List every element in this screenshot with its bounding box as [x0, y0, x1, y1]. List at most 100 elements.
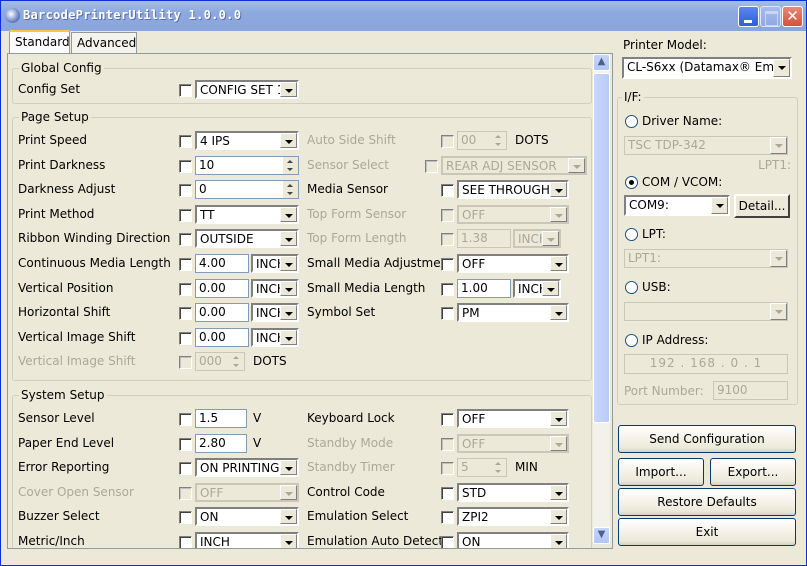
top-form-length-field[interactable]: 1.38 — [457, 229, 511, 249]
ip-address-field[interactable]: 192 . 168 . 0 . 1 — [624, 354, 788, 374]
continuous-media-length-field[interactable]: 4.00 — [195, 254, 249, 273]
chevron-down-icon[interactable] — [280, 509, 297, 525]
print-method-checkbox[interactable] — [179, 208, 192, 222]
control-code-select[interactable]: STD — [457, 482, 569, 502]
exit-button[interactable]: Exit — [618, 518, 796, 546]
top-form-sensor-select[interactable]: OFF — [457, 204, 569, 224]
standby-mode-select[interactable]: OFF — [457, 433, 569, 453]
chevron-down-icon[interactable] — [770, 303, 787, 320]
chevron-down-icon[interactable] — [770, 250, 787, 267]
top-form-sensor-checkbox[interactable] — [441, 208, 454, 222]
paper-end-level-checkbox[interactable] — [179, 437, 192, 451]
scroll-up-icon[interactable]: ▲ — [593, 54, 610, 71]
continuous-media-length-unit-select[interactable]: INCH — [251, 254, 299, 273]
maximize-button[interactable] — [760, 6, 781, 27]
ribbon-winding-direction-select[interactable]: OUTSIDE — [195, 229, 299, 249]
horizontal-shift-unit-select[interactable]: INCH — [251, 303, 299, 323]
sensor-level-checkbox[interactable] — [179, 413, 192, 426]
send-configuration-button[interactable]: Send Configuration — [618, 425, 796, 453]
vertical-position-field[interactable]: 0.00 — [195, 278, 249, 298]
auto-side-shift-spinner[interactable]: 00 — [457, 131, 507, 150]
spinner-arrows-icon[interactable] — [491, 132, 506, 149]
chevron-down-icon[interactable] — [550, 206, 567, 222]
import-button[interactable]: Import... — [618, 458, 704, 486]
chevron-down-icon[interactable] — [542, 231, 559, 247]
config-set-checkbox[interactable] — [179, 84, 192, 97]
chevron-down-icon[interactable] — [711, 197, 728, 214]
vertical-position-checkbox[interactable] — [179, 282, 192, 296]
config-set-select[interactable]: CONFIG SET 1 — [195, 80, 299, 99]
chevron-down-icon[interactable] — [550, 305, 567, 321]
chevron-down-icon[interactable] — [280, 256, 297, 271]
scroll-thumb[interactable] — [593, 73, 610, 423]
usb-select[interactable] — [624, 302, 788, 321]
metric-inch-checkbox[interactable] — [179, 536, 192, 548]
port-number-field[interactable]: 9100 — [713, 381, 788, 400]
cover-open-sensor-select[interactable]: OFF — [195, 482, 299, 502]
spinner-arrows-icon[interactable] — [491, 459, 506, 477]
error-reporting-checkbox[interactable] — [179, 462, 192, 476]
com-radio[interactable] — [625, 176, 638, 189]
spinner-arrows-icon[interactable] — [283, 156, 298, 174]
emulation-select-checkbox[interactable] — [441, 511, 454, 525]
chevron-down-icon[interactable] — [550, 256, 567, 271]
vertical-image-shift-unit-select[interactable]: INCH — [251, 327, 299, 347]
chevron-down-icon[interactable] — [280, 329, 297, 345]
printer-model-select[interactable]: CL-S6xx (Datamax® Emulat — [622, 57, 792, 79]
restore-defaults-button[interactable]: Restore Defaults — [618, 488, 796, 516]
emulation-auto-detect-select[interactable]: ON — [457, 532, 569, 548]
vertical-position-unit-select[interactable]: INCH — [251, 278, 299, 298]
detail-button[interactable]: Detail... — [734, 194, 790, 218]
keyboard-lock-select[interactable]: OFF — [457, 409, 569, 428]
vertical-image-shift-checkbox[interactable] — [179, 331, 192, 345]
ip-radio[interactable] — [625, 334, 638, 347]
chevron-down-icon[interactable] — [280, 534, 297, 548]
paper-end-level-field[interactable]: 2.80 — [195, 433, 247, 453]
chevron-down-icon[interactable] — [773, 59, 790, 77]
chevron-down-icon[interactable] — [568, 157, 585, 173]
cover-open-sensor-checkbox[interactable] — [179, 486, 192, 500]
symbol-set-checkbox[interactable] — [441, 307, 454, 321]
standby-mode-checkbox[interactable] — [441, 437, 454, 451]
horizontal-shift-checkbox[interactable] — [179, 307, 192, 321]
chevron-down-icon[interactable] — [550, 509, 567, 525]
chevron-down-icon[interactable] — [280, 133, 297, 148]
chevron-down-icon[interactable] — [280, 82, 297, 97]
horizontal-shift-field[interactable]: 0.00 — [195, 303, 249, 323]
sensor-level-field[interactable]: 1.5 — [195, 409, 247, 428]
com-select[interactable]: COM9: — [624, 195, 730, 216]
chevron-down-icon[interactable] — [280, 305, 297, 321]
tab-advanced[interactable]: Advanced — [71, 32, 137, 53]
symbol-set-select[interactable]: PM — [457, 303, 569, 323]
buzzer-select-select[interactable]: ON — [195, 507, 299, 527]
print-method-select[interactable]: TT — [195, 204, 299, 224]
chevron-down-icon[interactable] — [280, 231, 297, 247]
sensor-select-select[interactable]: REAR ADJ SENSOR — [441, 155, 587, 175]
lpt-select[interactable]: LPT1: — [624, 249, 788, 268]
small-media-length-unit-select[interactable]: INCH — [513, 278, 561, 298]
chevron-down-icon[interactable] — [550, 435, 567, 451]
small-media-length-field[interactable]: 1.00 — [457, 278, 511, 298]
chevron-down-icon[interactable] — [542, 280, 559, 296]
darkness-adjust-checkbox[interactable] — [179, 184, 192, 198]
chevron-down-icon[interactable] — [550, 411, 567, 426]
standby-timer-spinner[interactable]: 5 — [457, 458, 507, 478]
chevron-down-icon[interactable] — [280, 484, 297, 500]
media-sensor-checkbox[interactable] — [441, 184, 454, 198]
ribbon-winding-direction-checkbox[interactable] — [179, 233, 192, 247]
continuous-media-length-checkbox[interactable] — [179, 258, 192, 271]
tab-standard[interactable]: Standard — [9, 30, 70, 54]
print-speed-checkbox[interactable] — [179, 135, 192, 148]
vertical-image-shift-field[interactable]: 0.00 — [195, 327, 249, 347]
vertical-image-shift-spinner[interactable]: 000 — [195, 352, 245, 372]
small-media-length-checkbox[interactable] — [441, 282, 454, 296]
emulation-auto-detect-checkbox[interactable] — [441, 536, 454, 548]
driver-name-radio[interactable] — [625, 115, 638, 128]
spinner-arrows-icon[interactable] — [283, 181, 298, 199]
keyboard-lock-checkbox[interactable] — [441, 413, 454, 426]
control-code-checkbox[interactable] — [441, 486, 454, 500]
top-form-length-checkbox[interactable] — [441, 233, 454, 247]
print-speed-select[interactable]: 4 IPS — [195, 131, 299, 150]
vertical-scrollbar[interactable]: ▲ ▼ — [593, 54, 610, 544]
chevron-down-icon[interactable] — [280, 280, 297, 296]
